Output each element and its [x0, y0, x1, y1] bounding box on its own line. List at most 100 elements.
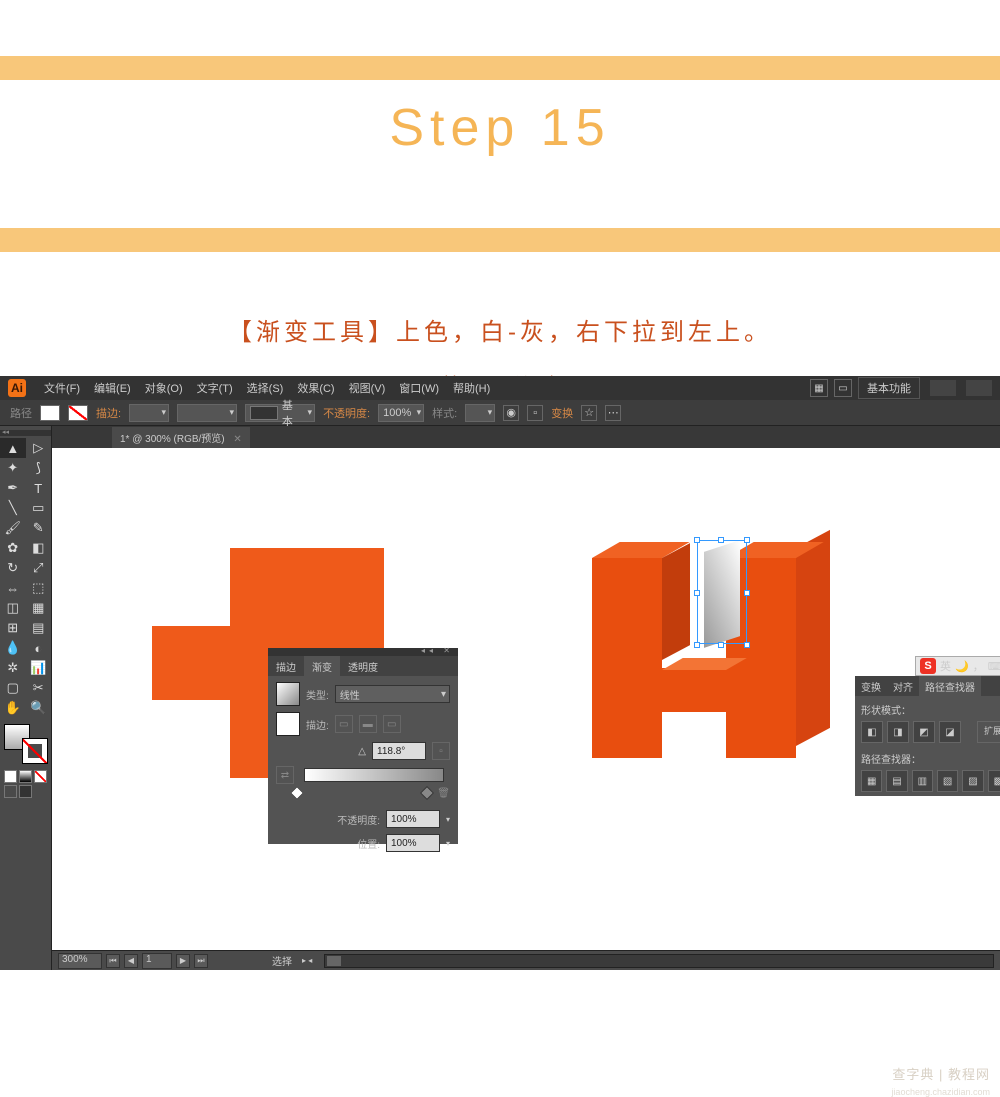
scale-tool-icon[interactable]: ⤢ [26, 558, 52, 578]
canvas[interactable]: 描边 渐变 透明度 类型: 线性 描边: ▭ [52, 448, 1000, 950]
stop-opacity-input[interactable]: 100% [386, 810, 440, 828]
menu-select[interactable]: 选择(S) [241, 378, 290, 398]
paintbrush-tool-icon[interactable]: 🖌 [0, 518, 26, 538]
magic-wand-tool-icon[interactable]: ✦ [0, 458, 26, 478]
recolor-icon[interactable]: ◉ [503, 405, 519, 421]
menu-edit[interactable]: 编辑(E) [88, 378, 137, 398]
stroke-swatch[interactable] [68, 405, 88, 421]
exclude-icon[interactable]: ◪ [939, 721, 961, 743]
menu-view[interactable]: 视图(V) [343, 378, 392, 398]
gradient-ramp[interactable] [304, 768, 444, 782]
resize-handle-icon[interactable] [744, 590, 750, 596]
more-icon[interactable]: ⋯ [605, 405, 621, 421]
tab-align[interactable]: 对齐 [887, 676, 919, 696]
eraser-tool-icon[interactable]: ◧ [26, 538, 52, 558]
selection-tool-icon[interactable]: ▲ [0, 438, 26, 458]
ime-moon-icon[interactable]: 🌙 [955, 660, 969, 673]
gradient-panel[interactable]: 描边 渐变 透明度 类型: 线性 描边: ▭ [268, 648, 458, 844]
resize-handle-icon[interactable] [744, 642, 750, 648]
stop-location-input[interactable]: 100% [386, 834, 440, 852]
minus-front-icon[interactable]: ◨ [887, 721, 909, 743]
blob-brush-tool-icon[interactable]: ✿ [0, 538, 26, 558]
menu-type[interactable]: 文字(T) [191, 378, 239, 398]
resize-handle-icon[interactable] [694, 537, 700, 543]
pen-tool-icon[interactable]: ✒ [0, 478, 26, 498]
line-tool-icon[interactable]: ╲ [0, 498, 26, 518]
type-tool-icon[interactable]: T [26, 478, 52, 498]
eyedropper-tool-icon[interactable]: 💧 [0, 638, 26, 658]
blend-tool-icon[interactable]: ◐ [26, 638, 52, 658]
divide-icon[interactable]: ▦ [861, 770, 882, 792]
direct-selection-tool-icon[interactable]: ▷ [26, 438, 52, 458]
zoom-field[interactable]: 300% [58, 953, 102, 969]
ime-logo-icon[interactable]: S [920, 658, 936, 674]
menu-object[interactable]: 对象(O) [139, 378, 189, 398]
brush-dropdown[interactable]: 基本 [245, 404, 315, 422]
gradient-stop-start[interactable] [290, 786, 304, 800]
workspace-select[interactable]: 基本功能 [858, 377, 920, 399]
tab-transparency[interactable]: 透明度 [340, 656, 386, 676]
gradient-preview-swatch[interactable] [276, 682, 300, 706]
tab-transform[interactable]: 变换 [855, 676, 887, 696]
fill-swatch[interactable] [40, 405, 60, 421]
unite-icon[interactable]: ◧ [861, 721, 883, 743]
stroke-gradient-swatch[interactable] [276, 712, 300, 736]
last-artboard-icon[interactable]: ⏭ [194, 954, 208, 968]
free-transform-tool-icon[interactable]: ⬚ [26, 578, 52, 598]
expand-button[interactable]: 扩展 [977, 721, 1000, 743]
menu-file[interactable]: 文件(F) [38, 378, 86, 398]
first-artboard-icon[interactable]: ⏮ [106, 954, 120, 968]
dropdown-icon[interactable]: ▾ [446, 839, 450, 848]
tab-close-icon[interactable]: ✕ [233, 434, 241, 445]
ime-lang[interactable]: 英 [940, 658, 951, 674]
minimize-button[interactable] [930, 380, 956, 396]
style-dropdown[interactable] [465, 404, 495, 422]
slice-tool-icon[interactable]: ✂ [26, 678, 52, 698]
trim-icon[interactable]: ▤ [886, 770, 907, 792]
pencil-tool-icon[interactable]: ✎ [26, 518, 52, 538]
stroke-align-2-icon[interactable]: ▬ [359, 715, 377, 733]
prev-artboard-icon[interactable]: ◀ [124, 954, 138, 968]
resize-handle-icon[interactable] [718, 642, 724, 648]
artboard-number[interactable]: 1 [142, 953, 172, 969]
status-dropdown-icon[interactable]: ▸ ◂ [302, 956, 312, 965]
tab-stroke[interactable]: 描边 [268, 656, 304, 676]
panel-titlebar[interactable] [268, 648, 458, 656]
ime-toolbar[interactable]: S 英 🌙 ， ⌨ [915, 656, 1000, 676]
pathfinder-panel[interactable]: 变换 对齐 路径查找器 形状模式： ◧ ◨ ◩ ◪ 扩展 路径查找器 [855, 676, 1000, 796]
resize-handle-icon[interactable] [718, 537, 724, 543]
toolbar-handle[interactable] [0, 430, 51, 436]
document-tab[interactable]: 1* @ 300% (RGB/预览) ✕ [112, 427, 250, 448]
resize-handle-icon[interactable] [744, 537, 750, 543]
stroke-color-icon[interactable] [22, 738, 48, 764]
crop-icon[interactable]: ▧ [937, 770, 958, 792]
menu-window[interactable]: 窗口(W) [393, 378, 445, 398]
next-artboard-icon[interactable]: ▶ [176, 954, 190, 968]
outline-icon[interactable]: ▨ [962, 770, 983, 792]
ime-keyboard-icon[interactable]: ⌨ [988, 660, 1000, 673]
fill-stroke-indicator[interactable] [4, 724, 48, 764]
opacity-dropdown[interactable]: 100% [378, 404, 424, 422]
maximize-button[interactable] [966, 380, 992, 396]
graph-tool-icon[interactable]: 📊 [26, 658, 52, 678]
stroke-weight-dropdown[interactable] [129, 404, 169, 422]
perspective-tool-icon[interactable]: ▦ [26, 598, 52, 618]
resize-handle-icon[interactable] [694, 642, 700, 648]
color-mode-icon[interactable] [4, 770, 17, 783]
mesh-tool-icon[interactable]: ⊞ [0, 618, 26, 638]
menu-effect[interactable]: 效果(C) [291, 378, 340, 398]
align-icon[interactable]: ▫ [527, 405, 543, 421]
stroke-align-1-icon[interactable]: ▭ [335, 715, 353, 733]
gradient-type-select[interactable]: 线性 [335, 685, 450, 703]
tab-gradient[interactable]: 渐变 [304, 656, 340, 676]
rectangle-tool-icon[interactable]: ▭ [26, 498, 52, 518]
none-mode-icon[interactable] [34, 770, 47, 783]
aspect-icon[interactable]: ▫ [432, 742, 450, 760]
minus-back-icon[interactable]: ▩ [988, 770, 1000, 792]
resize-handle-icon[interactable] [694, 590, 700, 596]
intersect-icon[interactable]: ◩ [913, 721, 935, 743]
dropdown-icon[interactable]: ▾ [446, 815, 450, 824]
delete-stop-icon[interactable]: 🗑 [437, 788, 450, 799]
lasso-tool-icon[interactable]: ⟆ [26, 458, 52, 478]
angle-input[interactable]: 118.8° [372, 742, 426, 760]
